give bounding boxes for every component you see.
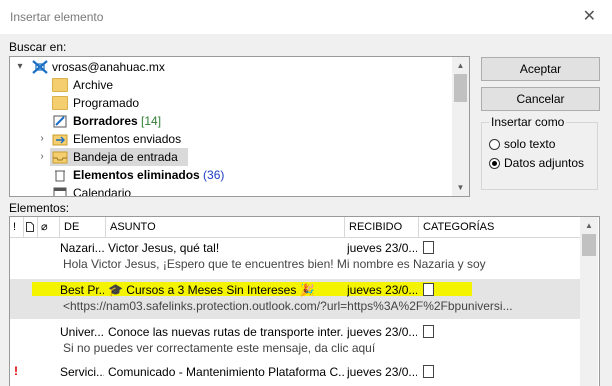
category-checkbox[interactable]: [423, 325, 434, 338]
tree-item-archive[interactable]: Archive: [10, 76, 450, 94]
elements-label: Elementos:: [9, 201, 70, 215]
folder-icon: [52, 96, 68, 110]
table-row[interactable]: Univer... Conoce las nuevas rutas de tra…: [10, 321, 580, 361]
insert-as-group: Insertar como solo texto Datos adjuntos: [481, 115, 598, 190]
mail-account-icon: [32, 60, 48, 74]
text-only-radio[interactable]: [489, 139, 500, 150]
message-list-header: ! ⌀ DE ASUNTO RECIBIDO CATEGORÍAS: [10, 217, 580, 238]
tree-item-programado[interactable]: Programado: [10, 94, 450, 112]
close-icon[interactable]: ✕: [583, 6, 596, 26]
row-received: jueves 23/0...: [347, 283, 417, 297]
tree-item-account[interactable]: ▾ vrosas@anahuac.mx: [10, 58, 450, 76]
inbox-icon: [52, 150, 68, 164]
text-only-label[interactable]: solo texto: [504, 137, 555, 151]
tree-item-inbox[interactable]: › Bandeja de entrada: [10, 148, 450, 166]
tree-item-label: Bandeja de entrada: [73, 150, 178, 164]
scroll-thumb[interactable]: [582, 234, 596, 256]
message-list-scrollbar[interactable]: ▲: [580, 217, 598, 386]
column-subject[interactable]: ASUNTO: [106, 217, 345, 237]
expand-icon[interactable]: ›: [36, 148, 48, 166]
accept-button[interactable]: Aceptar: [481, 57, 600, 81]
tree-item-label: Borradores: [73, 114, 138, 128]
row-subject: 🎓 Cursos a 3 Meses Sin Intereses 🎉: [108, 283, 315, 297]
tree-item-label: Programado: [73, 96, 140, 110]
row-received: jueves 23/0...: [347, 241, 417, 255]
attachment-label[interactable]: Datos adjuntos: [504, 156, 584, 170]
row-from: Servici...: [60, 365, 104, 379]
category-checkbox[interactable]: [423, 241, 434, 254]
sent-items-icon: [52, 132, 68, 146]
tree-scrollbar[interactable]: ▲ ▼: [452, 57, 469, 196]
drafts-count: [14]: [141, 114, 162, 128]
table-row[interactable]: ! Servici... Comunicado - Mantenimiento …: [10, 361, 580, 386]
importance-high-icon: !: [14, 364, 18, 378]
cancel-button[interactable]: Cancelar: [481, 87, 600, 111]
folder-icon: [52, 78, 68, 92]
row-subject: Victor Jesus, qué tal!: [108, 241, 220, 255]
tree-item-deleted[interactable]: Elementos eliminados (36): [10, 166, 450, 184]
row-subject: Comunicado - Mantenimiento Plataforma C.…: [108, 365, 344, 379]
collapse-icon[interactable]: ▾: [14, 58, 26, 76]
tree-item-label: vrosas@anahuac.mx: [52, 60, 165, 74]
scroll-thumb[interactable]: [454, 74, 467, 102]
tree-item-drafts[interactable]: Borradores [14]: [10, 112, 450, 130]
importance-column-icon[interactable]: !: [10, 217, 24, 237]
drafts-icon: [52, 114, 68, 128]
column-categories[interactable]: CATEGORÍAS: [419, 217, 580, 237]
tree-item-label: Archive: [73, 78, 114, 92]
attachment-column-icon[interactable]: ⌀: [38, 217, 60, 237]
category-checkbox[interactable]: [423, 283, 434, 296]
row-received: jueves 23/0...: [347, 365, 417, 379]
deleted-count: (36): [203, 168, 225, 182]
document-column-icon[interactable]: [24, 217, 38, 237]
tree-item-label: Elementos enviados: [73, 132, 182, 146]
calendar-icon: [52, 186, 68, 196]
attachment-radio[interactable]: [489, 158, 500, 169]
tree-item-label: Elementos eliminados: [73, 168, 200, 182]
row-from: Best Pr...: [60, 283, 104, 297]
column-received[interactable]: RECIBIDO: [345, 217, 419, 237]
trash-icon: [52, 168, 68, 182]
scroll-up-icon[interactable]: ▲: [580, 217, 598, 234]
message-list[interactable]: ! ⌀ DE ASUNTO RECIBIDO CATEGORÍAS Nazari…: [9, 216, 600, 386]
tree-item-calendar[interactable]: Calendario: [10, 184, 450, 197]
table-row[interactable]: Nazari... Victor Jesus, qué tal! jueves …: [10, 237, 580, 277]
scroll-up-icon[interactable]: ▲: [452, 57, 469, 74]
expand-icon[interactable]: ›: [36, 130, 48, 148]
search-in-label: Buscar en:: [9, 40, 67, 54]
row-preview: <https://nam03.safelinks.protection.outl…: [63, 299, 513, 313]
row-preview: Hola Victor Jesus, ¡Espero que te encuen…: [63, 257, 486, 271]
insert-as-title: Insertar como: [489, 115, 567, 129]
row-from: Nazari...: [60, 241, 104, 255]
folder-tree[interactable]: ▾ vrosas@anahuac.mx Archive Programado B…: [9, 56, 470, 197]
table-row[interactable]: Best Pr... 🎓 Cursos a 3 Meses Sin Intere…: [10, 279, 580, 319]
insert-item-dialog: Insertar elemento ✕ Buscar en: ▾ vrosas@…: [0, 0, 612, 386]
category-checkbox[interactable]: [423, 365, 434, 378]
tree-item-label: Calendario: [73, 186, 132, 197]
column-from[interactable]: DE: [60, 217, 106, 237]
row-from: Univer...: [60, 325, 104, 339]
row-subject: Conoce las nuevas rutas de transporte in…: [108, 325, 344, 339]
title-bar: Insertar elemento ✕: [0, 0, 612, 34]
tree-item-sent[interactable]: › Elementos enviados: [10, 130, 450, 148]
row-received: jueves 23/0...: [347, 325, 417, 339]
window-title: Insertar elemento: [10, 10, 104, 24]
row-preview: Si no puedes ver correctamente este mens…: [63, 341, 376, 355]
scroll-down-icon[interactable]: ▼: [452, 179, 469, 196]
